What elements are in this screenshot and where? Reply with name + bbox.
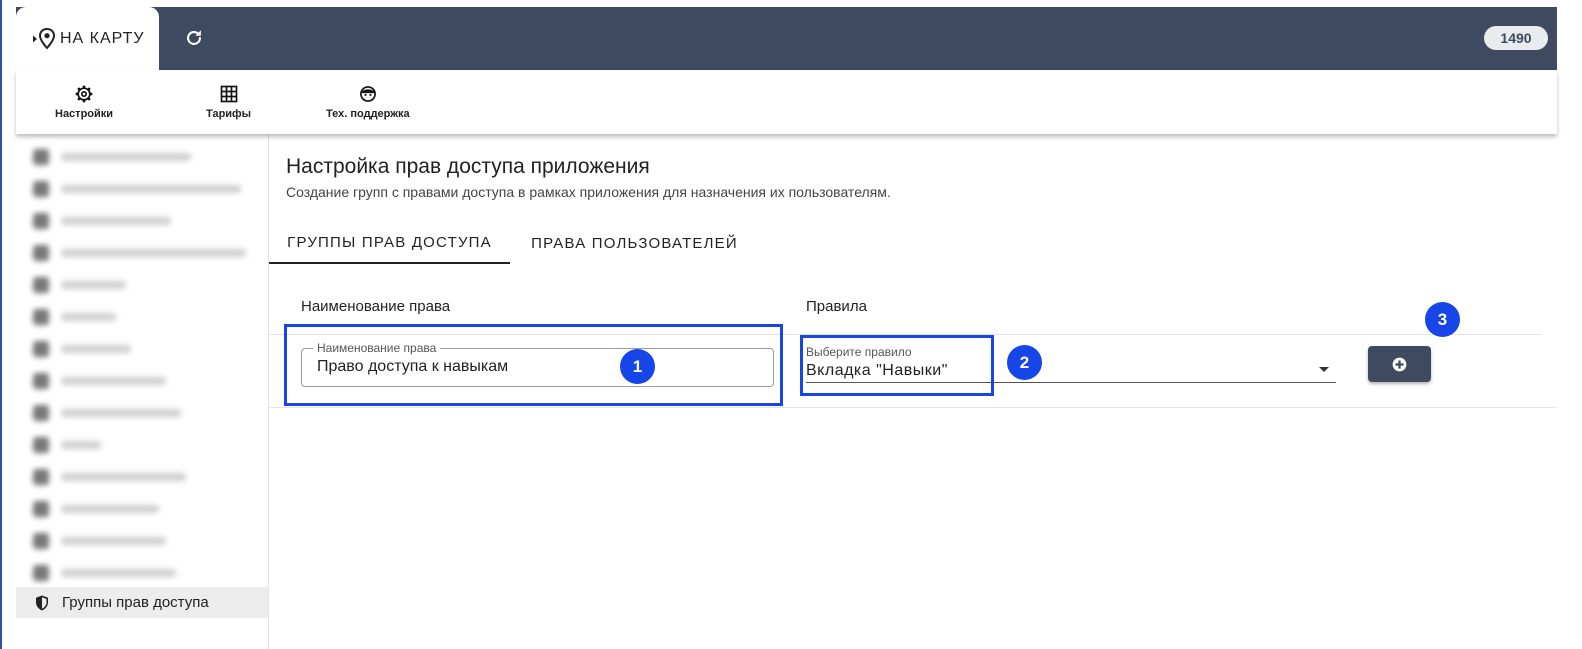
counter-badge: 1490: [1484, 26, 1548, 50]
sidebar-item-label: Группы прав доступа: [62, 594, 209, 611]
blurred-label: [61, 312, 116, 321]
column-header-rules: Правила: [806, 298, 867, 315]
blurred-icon: [33, 468, 49, 485]
logo-text: НА КАРТУ: [60, 29, 145, 47]
sidebar-item-blurred[interactable]: [16, 493, 268, 524]
sidebar: Группы прав доступа: [16, 134, 269, 649]
sidebar-item-blurred[interactable]: [16, 301, 268, 332]
shield-icon: [36, 595, 48, 610]
refresh-button[interactable]: [183, 27, 205, 49]
sidebar-item-blurred[interactable]: [16, 173, 268, 204]
step-badge-3: 3: [1425, 302, 1460, 337]
plus-circle-icon: [1392, 357, 1407, 371]
logo[interactable]: НА КАРТУ: [16, 7, 159, 70]
blurred-label: [61, 440, 101, 449]
blurred-label: [61, 280, 126, 289]
tab-access-groups[interactable]: ГРУППЫ ПРАВ ДОСТУПА: [269, 222, 510, 264]
step-badge-2: 2: [1007, 345, 1042, 380]
sidebar-item-access-groups[interactable]: Группы прав доступа: [16, 587, 268, 618]
row-divider: [269, 407, 1557, 408]
blurred-icon: [33, 212, 49, 229]
page-subtitle: Создание групп с правами доступа в рамка…: [286, 184, 891, 200]
blurred-label: [61, 376, 166, 385]
blurred-icon: [33, 180, 49, 197]
add-rule-button[interactable]: [1368, 346, 1431, 382]
highlight-box-rule: [800, 335, 994, 396]
tabs: ГРУППЫ ПРАВ ДОСТУПА ПРАВА ПОЛЬЗОВАТЕЛЕЙ: [269, 222, 1557, 264]
secondary-nav: Настройки Тарифы Тех. поддержка: [16, 70, 1557, 134]
sidebar-item-blurred[interactable]: [16, 333, 268, 364]
highlight-box-name: [284, 324, 783, 406]
blurred-label: [61, 248, 246, 257]
blurred-icon: [33, 532, 49, 549]
blurred-icon: [33, 276, 49, 293]
blurred-label: [61, 152, 191, 161]
nav-support-label: Тех. поддержка: [326, 108, 410, 120]
window-edge: [0, 0, 2, 649]
nav-settings[interactable]: Настройки: [55, 84, 113, 120]
sidebar-item-blurred[interactable]: [16, 397, 268, 428]
blurred-icon: [33, 340, 49, 357]
sidebar-item-blurred[interactable]: [16, 269, 268, 300]
blurred-icon: [33, 308, 49, 325]
sidebar-item-blurred[interactable]: [16, 205, 268, 236]
refresh-icon: [187, 30, 202, 45]
tab-user-rights[interactable]: ПРАВА ПОЛЬЗОВАТЕЛЕЙ: [512, 222, 757, 264]
nav-tariffs-label: Тарифы: [206, 108, 252, 120]
blurred-label: [61, 568, 176, 577]
blurred-icon: [33, 372, 49, 389]
nav-tariffs[interactable]: Тарифы: [206, 84, 251, 120]
sidebar-item-blurred[interactable]: [16, 461, 268, 492]
sidebar-item-blurred[interactable]: [16, 429, 268, 460]
caret-down-icon[interactable]: [1319, 367, 1329, 372]
step-badge-1: 1: [620, 349, 655, 384]
nav-settings-label: Настройки: [55, 108, 114, 120]
blurred-icon: [33, 564, 49, 581]
sidebar-item-blurred[interactable]: [16, 525, 268, 556]
blurred-label: [61, 536, 166, 545]
sidebar-item-blurred[interactable]: [16, 141, 268, 172]
blurred-label: [61, 408, 181, 417]
blurred-icon: [33, 244, 49, 261]
sidebar-item-blurred[interactable]: [16, 237, 268, 268]
blurred-label: [61, 216, 171, 225]
map-pin-icon: [33, 27, 56, 49]
page-title: Настройка прав доступа приложения: [286, 155, 650, 178]
nav-support[interactable]: Тех. поддержка: [326, 84, 410, 120]
blurred-icon: [33, 436, 49, 453]
table-icon: [220, 85, 237, 103]
blurred-icon: [33, 500, 49, 517]
column-header-name: Наименование права: [301, 298, 451, 315]
blurred-label: [61, 472, 186, 481]
blurred-label: [61, 344, 131, 353]
sidebar-item-blurred[interactable]: [16, 365, 268, 396]
top-bar: [16, 7, 1557, 70]
blurred-icon: [33, 404, 49, 421]
blurred-label: [61, 184, 241, 193]
blurred-label: [61, 504, 159, 513]
gear-icon: [75, 85, 93, 103]
sidebar-item-blurred[interactable]: [16, 557, 268, 588]
support-icon: [359, 86, 376, 102]
blurred-icon: [33, 148, 49, 165]
